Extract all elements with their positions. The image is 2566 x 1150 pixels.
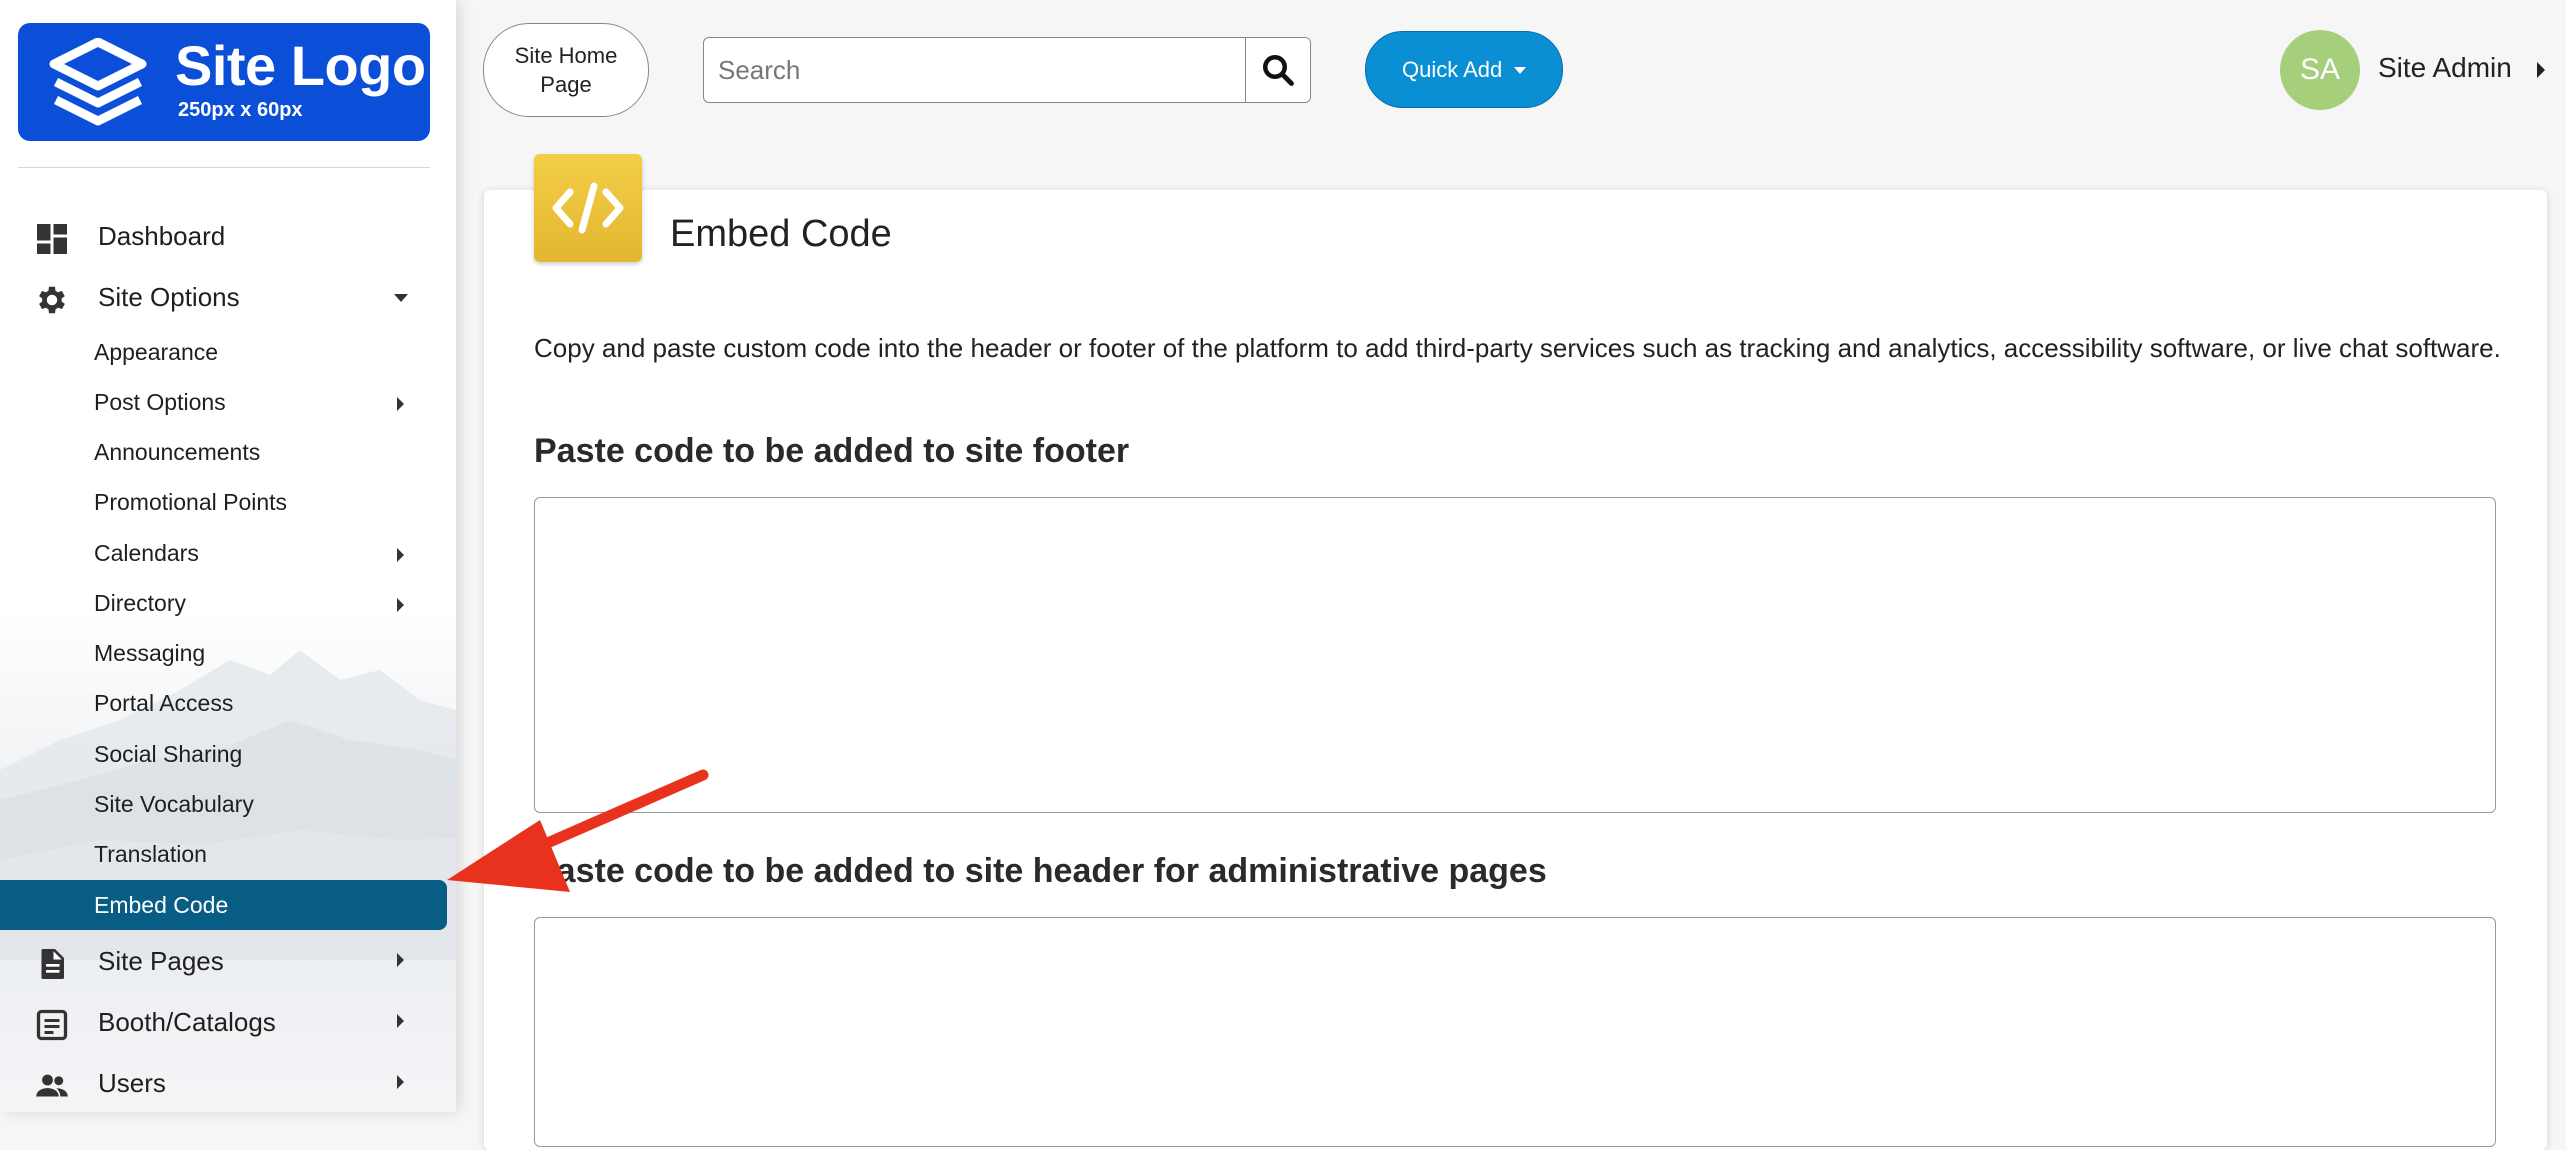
quick-add-label: Quick Add — [1402, 57, 1503, 82]
sidebar-subitem-label: Announcements — [94, 439, 261, 465]
sidebar-subitem-directory[interactable]: Directory — [0, 578, 456, 628]
sidebar-subitem-label: Social Sharing — [94, 741, 243, 767]
code-icon-tile — [534, 154, 642, 262]
chevron-down-icon — [394, 294, 408, 302]
sidebar-subitem-translation[interactable]: Translation — [0, 829, 456, 879]
sidebar-subitem-label: Site Vocabulary — [94, 791, 254, 817]
chevron-right-icon — [397, 397, 404, 411]
sidebar-item-label: Dashboard — [98, 221, 226, 251]
chevron-right-icon — [397, 598, 404, 612]
site-home-page-button[interactable]: Site Home Page — [483, 23, 649, 117]
sidebar-subitem-label: Directory — [94, 590, 187, 616]
search-box — [703, 37, 1311, 103]
sidebar-item-site-options[interactable]: Site Options — [0, 268, 456, 324]
user-menu-name[interactable]: Site Admin — [2378, 52, 2512, 84]
sidebar-item-users[interactable]: Users — [0, 1054, 456, 1110]
footer-code-textarea[interactable] — [534, 497, 2496, 813]
search-input[interactable] — [704, 38, 1244, 102]
users-icon — [36, 1074, 68, 1097]
sidebar-subitem-promotional-points[interactable]: Promotional Points — [0, 477, 456, 527]
sidebar-subitem-appearance[interactable]: Appearance — [0, 327, 456, 377]
sidebar-item-site-pages[interactable]: Site Pages — [0, 932, 456, 988]
layers-logo-icon — [49, 38, 147, 126]
page-title: Embed Code — [670, 213, 892, 255]
dashboard-icon — [37, 224, 67, 254]
logo-divider — [18, 167, 430, 168]
sidebar-subitem-label: Appearance — [94, 339, 219, 365]
search-button[interactable] — [1245, 38, 1310, 102]
sidebar-subitem-site-vocabulary[interactable]: Site Vocabulary — [0, 779, 456, 829]
sidebar-item-label: Users — [98, 1068, 166, 1098]
site-home-page-label: Site Home Page — [514, 43, 618, 97]
gear-icon — [39, 286, 65, 314]
sidebar-subitem-messaging[interactable]: Messaging — [0, 628, 456, 678]
sidebar-item-dashboard[interactable]: Dashboard — [0, 207, 456, 263]
sidebar-subitem-label: Promotional Points — [94, 489, 288, 515]
code-icon — [552, 182, 624, 234]
sidebar-item-label: Booth/Catalogs — [98, 1007, 276, 1037]
chevron-right-icon[interactable] — [2537, 62, 2545, 78]
avatar[interactable]: SA — [2280, 30, 2360, 110]
admin-header-code-textarea[interactable] — [534, 917, 2496, 1147]
search-icon — [1263, 55, 1294, 86]
sidebar-subitem-label: Portal Access — [94, 690, 234, 716]
sidebar-subitem-embed-code[interactable]: Embed Code — [0, 880, 456, 930]
sidebar-subitem-post-options[interactable]: Post Options — [0, 377, 456, 427]
sidebar-item-label: Site Options — [98, 282, 240, 312]
sidebar-subitem-announcements[interactable]: Announcements — [0, 427, 456, 477]
chevron-right-icon — [397, 1075, 404, 1089]
chevron-down-icon — [1514, 67, 1526, 74]
sidebar-subitem-label: Translation — [94, 841, 207, 867]
sidebar-subitem-label: Calendars — [94, 540, 199, 566]
sidebar-subitem-social-sharing[interactable]: Social Sharing — [0, 729, 456, 779]
logo-subtitle: 250px x 60px — [178, 99, 303, 121]
logo-title: Site Logo — [175, 34, 426, 97]
sidebar-item-label: Site Pages — [98, 946, 224, 976]
chevron-right-icon — [397, 548, 404, 562]
sidebar-item-booth-catalogs[interactable]: Booth/Catalogs — [0, 993, 456, 1049]
document-icon — [41, 949, 64, 979]
sidebar: Site Logo 250px x 60px Dashboard Site Op… — [0, 0, 456, 1112]
chevron-right-icon — [397, 953, 404, 967]
catalog-icon — [36, 1009, 68, 1041]
sidebar-subitem-label: Embed Code — [94, 892, 229, 918]
footer-code-heading: Paste code to be added to site footer — [534, 432, 1130, 470]
admin-header-code-heading: Paste code to be added to site header fo… — [534, 852, 1547, 890]
site-logo[interactable]: Site Logo 250px x 60px — [18, 23, 430, 141]
sidebar-subitem-label: Post Options — [94, 389, 226, 415]
page-description: Copy and paste custom code into the head… — [534, 333, 2501, 363]
chevron-right-icon — [397, 1014, 404, 1028]
quick-add-button[interactable]: Quick Add — [1365, 31, 1563, 108]
sidebar-subitem-label: Messaging — [94, 640, 206, 666]
sidebar-subitem-calendars[interactable]: Calendars — [0, 528, 456, 578]
sidebar-subitem-portal-access[interactable]: Portal Access — [0, 678, 456, 728]
